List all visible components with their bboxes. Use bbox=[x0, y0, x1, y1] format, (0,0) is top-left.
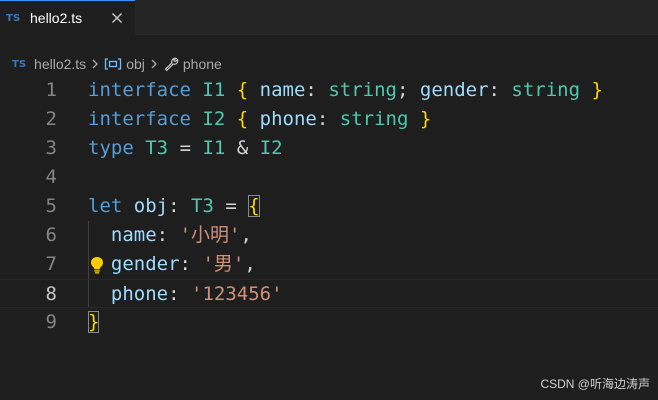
type-name: T3 bbox=[145, 137, 169, 159]
type-name: I1 bbox=[202, 137, 226, 159]
code-line[interactable]: 9 } bbox=[0, 308, 658, 337]
property-name: phone bbox=[259, 108, 317, 130]
code-line[interactable]: 6 name: '小明', bbox=[0, 221, 658, 250]
type-name: string bbox=[511, 79, 581, 101]
code-text: name: '小明', bbox=[110, 224, 252, 246]
keyword: let bbox=[88, 195, 123, 217]
line-number: 4 bbox=[45, 166, 57, 188]
type-name: T3 bbox=[191, 195, 214, 217]
type-name: I2 bbox=[202, 108, 226, 130]
chevron-right-icon bbox=[90, 58, 100, 70]
code-line[interactable]: 4 bbox=[0, 163, 658, 192]
code-text: interface I1 { name: string; gender: str… bbox=[88, 79, 603, 101]
keyword: interface bbox=[88, 108, 191, 130]
code-text: interface I2 { phone: string } bbox=[88, 108, 432, 130]
line-number: 2 bbox=[45, 108, 57, 130]
type-name: I1 bbox=[202, 79, 226, 101]
keyword: interface bbox=[88, 79, 191, 101]
operator: & bbox=[236, 137, 249, 159]
breadcrumb-symbol[interactable]: obj bbox=[126, 56, 145, 72]
type-name: I2 bbox=[259, 137, 283, 159]
brace: } bbox=[591, 79, 603, 101]
chevron-right-icon bbox=[149, 58, 159, 70]
string-literal: '123456' bbox=[191, 283, 283, 305]
line-number: 1 bbox=[45, 79, 57, 101]
line-number: 5 bbox=[45, 195, 57, 217]
code-line[interactable]: 1 interface I1 { name: string; gender: s… bbox=[0, 76, 658, 105]
typescript-icon: TS bbox=[12, 58, 27, 70]
string-literal: '男' bbox=[202, 253, 245, 275]
brace: { bbox=[236, 108, 249, 130]
variable-icon bbox=[104, 57, 122, 71]
operator: = bbox=[225, 195, 237, 217]
matched-brace: { bbox=[248, 195, 260, 217]
variable-name: obj bbox=[133, 195, 169, 217]
code-line[interactable]: 5 let obj: T3 = { bbox=[0, 192, 658, 221]
keyword: type bbox=[88, 137, 134, 159]
typescript-icon: TS bbox=[6, 12, 21, 24]
brace: { bbox=[236, 79, 249, 101]
close-icon[interactable] bbox=[108, 9, 126, 27]
property-name: gender bbox=[110, 253, 180, 275]
brace: } bbox=[419, 108, 432, 130]
code-line[interactable]: 3 type T3 = I1 & I2 bbox=[0, 134, 658, 163]
line-number: 3 bbox=[45, 137, 57, 159]
matched-brace: } bbox=[88, 311, 100, 333]
breadcrumb: TS hello2.ts obj phone bbox=[0, 52, 658, 76]
line-number: 9 bbox=[45, 311, 57, 333]
code-text: phone: '123456' bbox=[110, 283, 283, 305]
property-name: name bbox=[110, 224, 157, 246]
punctuation: : bbox=[168, 195, 180, 217]
watermark: CSDN @听海边涛声 bbox=[540, 377, 650, 391]
property-name: name bbox=[259, 79, 306, 101]
type-name: string bbox=[339, 108, 409, 130]
punctuation: ; bbox=[396, 79, 409, 101]
breadcrumb-file[interactable]: hello2.ts bbox=[34, 56, 86, 72]
punctuation: , bbox=[244, 253, 256, 275]
code-text: } bbox=[88, 308, 100, 337]
code-text: type T3 = I1 & I2 bbox=[88, 134, 283, 163]
string-literal: '小明' bbox=[179, 224, 241, 246]
code-line-current[interactable]: 8 phone: '123456' bbox=[0, 279, 658, 308]
type-name: string bbox=[328, 79, 397, 101]
tab-label: hello2.ts bbox=[30, 10, 83, 26]
operator: = bbox=[179, 137, 192, 159]
line-number: 8 bbox=[45, 283, 57, 305]
wrench-icon bbox=[163, 56, 179, 72]
property-name: phone bbox=[110, 283, 169, 305]
breadcrumb-property[interactable]: phone bbox=[183, 56, 222, 72]
code-line[interactable]: 2 interface I2 { phone: string } bbox=[0, 105, 658, 134]
code-line[interactable]: 7 gender: '男', bbox=[0, 250, 658, 279]
line-number: 6 bbox=[45, 224, 57, 246]
punctuation: , bbox=[240, 224, 252, 246]
code-editor[interactable]: 1 interface I1 { name: string; gender: s… bbox=[0, 76, 658, 400]
tab-hello2-ts[interactable]: TS hello2.ts bbox=[0, 0, 135, 35]
code-text: let obj: T3 = { bbox=[88, 192, 260, 221]
line-number: 7 bbox=[45, 253, 57, 275]
property-name: gender bbox=[419, 79, 489, 101]
code-text: gender: '男', bbox=[110, 253, 256, 275]
tab-bar: TS hello2.ts bbox=[0, 0, 658, 35]
